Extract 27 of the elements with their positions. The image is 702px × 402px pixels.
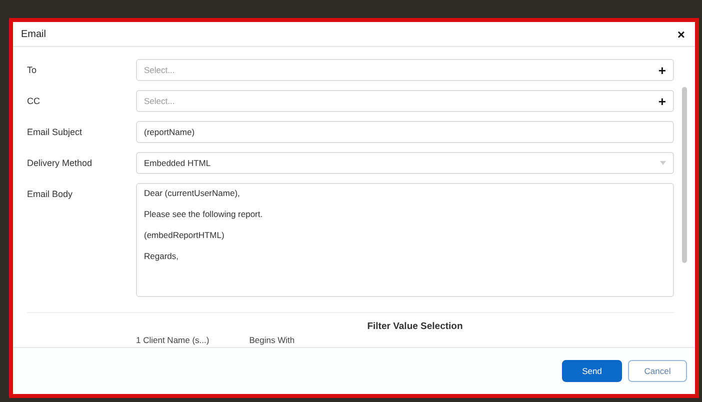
filter-cell: 1 Client Name (s...): [136, 335, 210, 345]
dialog-title: Email: [21, 28, 46, 40]
placeholder-text: Select...: [144, 65, 175, 75]
body-line: (embedReportHTML): [144, 230, 226, 240]
field-label: Email Subject: [27, 126, 84, 139]
send-button[interactable]: Send: [562, 360, 622, 382]
close-button[interactable]: ×: [677, 26, 685, 42]
section-title: Filter Value Selection: [366, 321, 464, 332]
cancel-button[interactable]: Cancel: [628, 360, 687, 382]
body-line: Dear (currentUserName),: [144, 188, 241, 198]
placeholder-text: Select...: [144, 96, 175, 106]
body-field[interactable]: Dear (currentUserName), Please see the following report. (embedReportHTML) Regards,: [136, 183, 674, 297]
scrollbar-thumb[interactable]: [682, 87, 687, 263]
filter-cell: Begins With: [249, 335, 295, 345]
field-label: CC: [27, 95, 41, 108]
body-line: Regards,: [144, 251, 180, 261]
select-field[interactable]: Select... +: [136, 59, 674, 81]
body-line: Please see the following report.: [144, 209, 264, 219]
caret-icon: [660, 161, 666, 165]
add-button[interactable]: +: [658, 94, 666, 108]
field-label: To: [27, 64, 38, 77]
add-button[interactable]: +: [658, 64, 666, 76]
field-label: Delivery Method: [27, 157, 94, 170]
select-field[interactable]: Select... +: [136, 90, 674, 112]
subject-field[interactable]: (reportName): [136, 121, 674, 143]
delivery-dropdown[interactable]: Embedded HTML: [136, 152, 674, 174]
field-label: Email Body: [27, 188, 74, 201]
